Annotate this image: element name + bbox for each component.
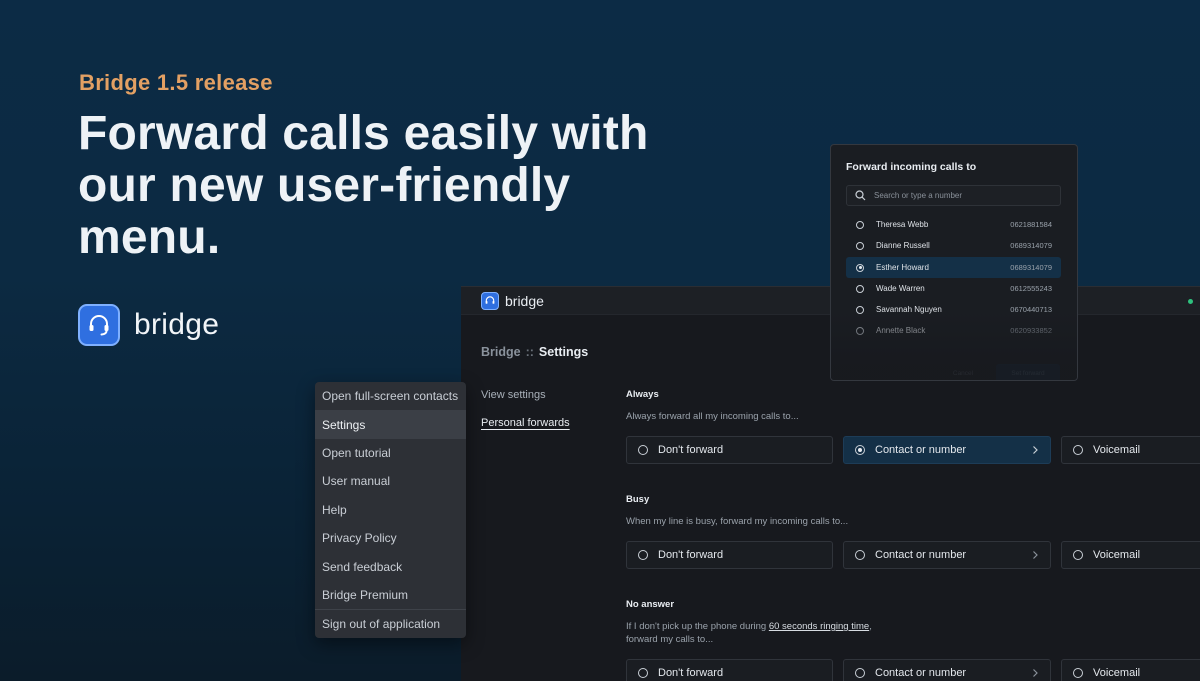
section-title-no-answer: No answer [626,599,675,610]
breadcrumb-parent[interactable]: Bridge [481,345,521,359]
option-always-contact-or-number[interactable]: Contact or number [843,436,1051,464]
headset-logo-icon [78,304,120,346]
contact-row-wade-warren[interactable]: Wade Warren 0612555243 [846,278,1061,299]
contact-search-box [846,185,1061,206]
option-label: Contact or number [875,549,967,561]
search-icon [855,190,866,201]
set-forward-button[interactable]: Set forward [996,364,1060,380]
contact-number: 0689314079 [1010,241,1052,250]
contact-number: 0689314079 [1010,263,1052,272]
desc-text: forward my calls to... [626,634,714,645]
search-input[interactable] [874,191,1044,200]
menu-item-bridge-premium[interactable]: Bridge Premium [315,581,466,609]
contact-name: Theresa Webb [876,220,929,229]
radio-icon [856,305,864,314]
hero-headline: Forward calls easily with our new user-f… [78,107,649,264]
radio-icon [855,550,865,560]
app-menu-dropdown: Open full-screen contacts Settings Open … [315,382,466,638]
online-status-dot [1188,299,1193,304]
chevron-right-icon [1033,446,1038,454]
contact-number: 0621881584 [1010,220,1052,229]
menu-item-user-manual[interactable]: User manual [315,467,466,495]
desc-text: , [869,621,872,632]
radio-icon [638,550,648,560]
option-label: Voicemail [1093,667,1141,679]
option-busy-contact-or-number[interactable]: Contact or number [843,541,1051,569]
contact-row-annette-black[interactable]: Annette Black 0620933852 [846,320,1061,341]
section-desc-always: Always forward all my incoming calls to.… [626,411,799,422]
option-label: Don't forward [658,667,724,679]
menu-item-help[interactable]: Help [315,496,466,524]
radio-icon [1073,550,1083,560]
radio-icon [855,668,865,678]
option-noanswer-contact-or-number[interactable]: Contact or number [843,659,1051,681]
modal-title: Forward incoming calls to [846,161,977,173]
contact-number: 0670440713 [1010,305,1052,314]
radio-icon [1073,668,1083,678]
contact-name: Dianne Russell [876,241,930,250]
menu-item-sign-out[interactable]: Sign out of application [315,609,466,637]
radio-selected-icon [856,263,864,272]
chevron-right-icon [1033,551,1038,559]
desc-text: If I don't pick up the phone during [626,621,769,632]
option-label: Voicemail [1093,444,1141,456]
menu-item-open-tutorial[interactable]: Open tutorial [315,439,466,467]
brand-lockup: bridge [78,304,219,346]
menu-item-open-full-screen-contacts[interactable]: Open full-screen contacts [315,382,466,410]
menu-item-send-feedback[interactable]: Send feedback [315,552,466,580]
cancel-button[interactable]: Cancel [941,364,985,380]
radio-icon [638,445,648,455]
contact-row-dianne-russell[interactable]: Dianne Russell 0689314079 [846,235,1061,256]
breadcrumb: Bridge:: Settings [481,345,588,359]
radio-selected-icon [855,445,865,455]
ringing-time-link[interactable]: 60 seconds ringing time [769,621,869,632]
release-eyebrow: Bridge 1.5 release [79,70,273,95]
brand-name: bridge [134,308,220,341]
section-desc-no-answer: If I don't pick up the phone during 60 s… [626,620,872,646]
option-noanswer-dont-forward[interactable]: Don't forward [626,659,833,681]
option-always-dont-forward[interactable]: Don't forward [626,436,833,464]
radio-icon [638,668,648,678]
radio-icon [856,220,864,229]
radio-icon [856,284,864,293]
contact-row-savannah-nguyen[interactable]: Savannah Nguyen 0670440713 [846,299,1061,320]
contact-row-esther-howard[interactable]: Esther Howard 0689314079 [846,257,1061,278]
option-label: Contact or number [875,444,967,456]
option-label: Don't forward [658,549,724,561]
option-noanswer-voicemail[interactable]: Voicemail [1061,659,1200,681]
breadcrumb-current: Settings [538,345,589,359]
option-label: Voicemail [1093,549,1141,561]
section-desc-busy: When my line is busy, forward my incomin… [626,516,849,527]
forward-calls-modal: Forward incoming calls to Theresa Webb 0… [830,144,1078,381]
app-name: bridge [505,292,544,309]
option-busy-voicemail[interactable]: Voicemail [1061,541,1200,569]
chevron-right-icon [1033,669,1038,677]
option-label: Contact or number [875,667,967,679]
contact-name: Wade Warren [876,284,925,293]
contact-number: 0620933852 [1010,326,1052,335]
section-title-always: Always [626,389,659,400]
breadcrumb-separator: :: [525,345,534,359]
radio-icon [856,241,864,250]
option-always-voicemail[interactable]: Voicemail [1061,436,1200,464]
option-label: Don't forward [658,444,724,456]
contact-number: 0612555243 [1010,284,1052,293]
radio-icon [1073,445,1083,455]
section-title-busy: Busy [626,494,650,505]
option-busy-dont-forward[interactable]: Don't forward [626,541,833,569]
sidebar-item-view-settings[interactable]: View settings [481,389,546,401]
contact-row-theresa-webb[interactable]: Theresa Webb 0621881584 [846,214,1061,235]
contact-name: Annette Black [876,326,926,335]
sidebar-item-personal-forwards[interactable]: Personal forwards [481,417,570,429]
contact-name: Esther Howard [876,263,929,272]
radio-icon [856,326,864,335]
contact-name: Savannah Nguyen [876,305,942,314]
menu-item-settings[interactable]: Settings [315,410,466,439]
app-logo-icon [481,291,499,310]
menu-item-privacy-policy[interactable]: Privacy Policy [315,524,466,552]
